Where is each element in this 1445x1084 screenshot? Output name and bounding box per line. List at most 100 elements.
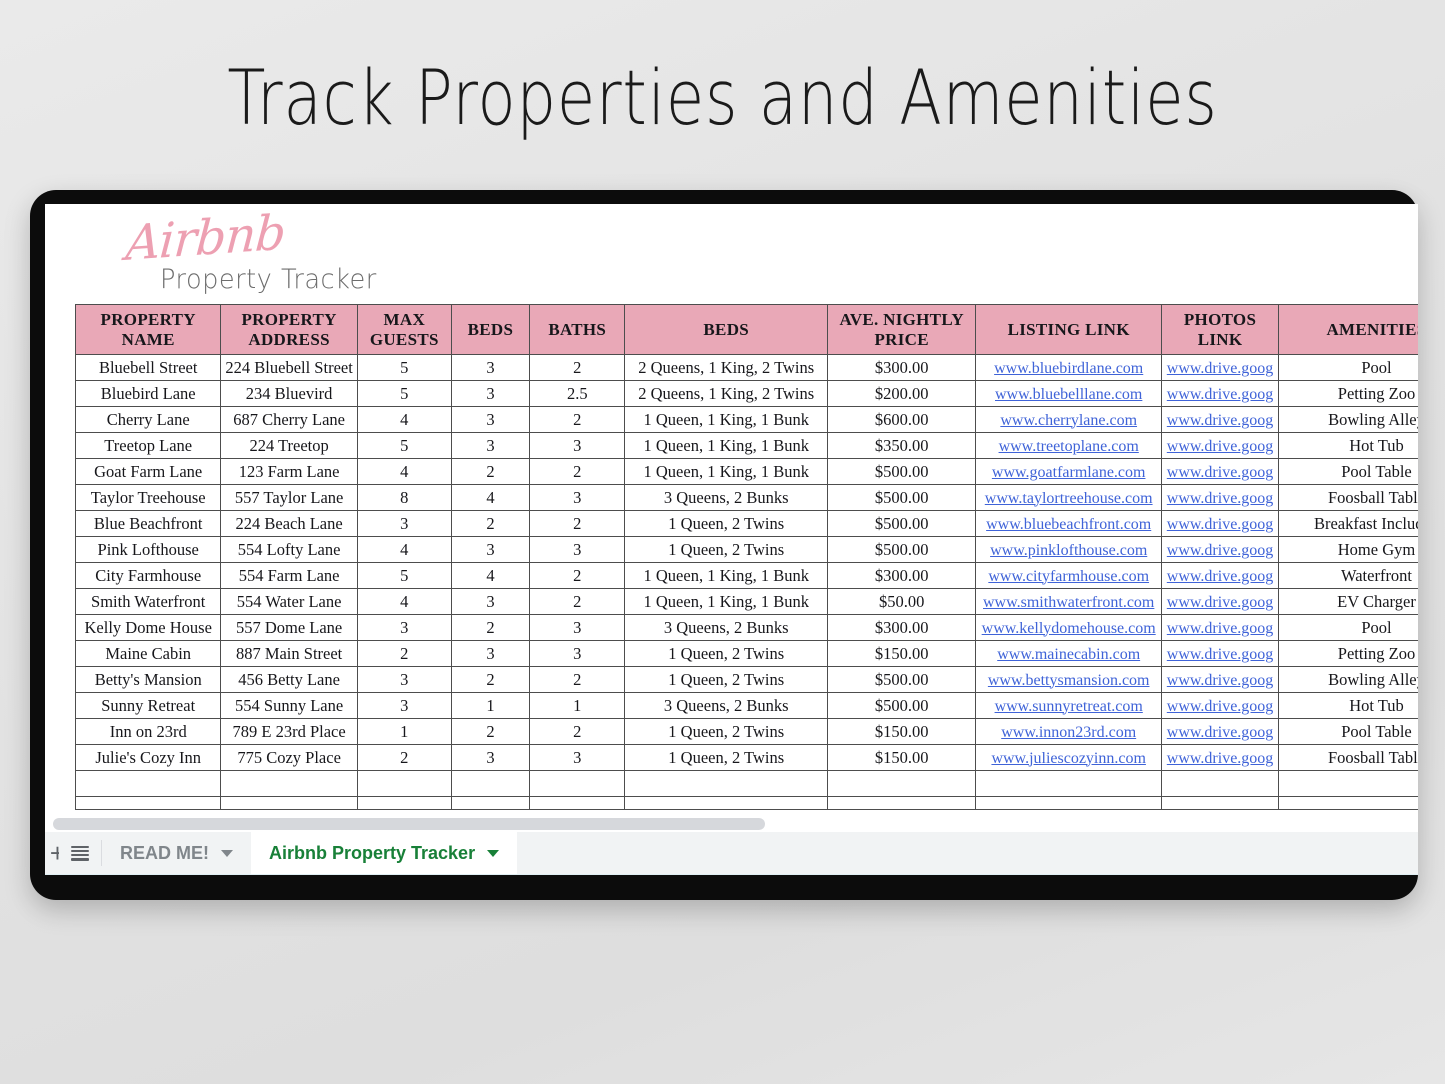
cell-property-name[interactable]: Julie's Cozy Inn [74, 744, 222, 771]
cell-photos-link-text[interactable]: www.drive.goog [1167, 438, 1274, 455]
cell-listing-link-text[interactable]: www.sunnyretreat.com [995, 698, 1143, 715]
cell-photos-link-text[interactable]: www.drive.goog [1167, 516, 1274, 533]
cell-listing-link[interactable]: www.mainecabin.com [975, 640, 1163, 667]
cell-baths[interactable]: 2 [529, 510, 626, 537]
cell-empty[interactable] [975, 770, 1163, 797]
cell-property-name[interactable]: Kelly Dome House [74, 614, 222, 641]
cell-photos-link[interactable]: www.drive.goog [1161, 718, 1279, 745]
cell-photos-link[interactable]: www.drive.goog [1161, 692, 1279, 719]
cell-listing-link[interactable]: www.cityfarmhouse.com [975, 562, 1163, 589]
cell-listing-link[interactable]: www.taylortreehouse.com [975, 484, 1163, 511]
cell-baths[interactable]: 2 [529, 354, 626, 381]
cell-beds[interactable]: 2 [450, 614, 531, 641]
cell-baths[interactable]: 3 [529, 536, 626, 563]
cell-listing-link[interactable]: www.sunnyretreat.com [975, 692, 1163, 719]
cell-photos-link-text[interactable]: www.drive.goog [1167, 620, 1274, 637]
horizontal-scrollbar-track[interactable] [45, 816, 1418, 832]
cell-empty[interactable] [827, 770, 977, 797]
cell-property-name[interactable]: Sunny Retreat [74, 692, 222, 719]
cell-bed-config[interactable]: 1 Queen, 1 King, 1 Bunk [624, 406, 829, 433]
cell-empty[interactable] [827, 796, 977, 810]
cell-listing-link-text[interactable]: www.cityfarmhouse.com [988, 568, 1149, 585]
cell-beds[interactable]: 3 [450, 432, 531, 459]
cell-bed-config[interactable]: 1 Queen, 2 Twins [624, 666, 829, 693]
cell-nightly-price[interactable]: $350.00 [827, 432, 977, 459]
cell-baths[interactable]: 2 [529, 562, 626, 589]
cell-baths[interactable]: 2 [529, 666, 626, 693]
cell-listing-link-text[interactable]: www.taylortreehouse.com [985, 490, 1153, 507]
cell-photos-link-text[interactable]: www.drive.goog [1167, 464, 1274, 481]
cell-nightly-price[interactable]: $300.00 [827, 354, 977, 381]
cell-property-name[interactable]: Goat Farm Lane [74, 458, 222, 485]
cell-amenities[interactable]: Bowling Alley [1278, 406, 1418, 433]
cell-listing-link-text[interactable]: www.cherrylane.com [1000, 412, 1137, 429]
cell-empty[interactable] [220, 770, 358, 797]
cell-property-address[interactable]: 557 Taylor Lane [220, 484, 358, 511]
cell-beds[interactable]: 3 [450, 588, 531, 615]
cell-beds[interactable]: 4 [450, 484, 531, 511]
cell-photos-link[interactable]: www.drive.goog [1161, 380, 1279, 407]
cell-photos-link[interactable]: www.drive.goog [1161, 510, 1279, 537]
cell-bed-config[interactable]: 1 Queen, 1 King, 1 Bunk [624, 562, 829, 589]
cell-listing-link[interactable]: www.kellydomehouse.com [975, 614, 1163, 641]
cell-beds[interactable]: 3 [450, 744, 531, 771]
cell-beds[interactable]: 3 [450, 354, 531, 381]
column-header-property-name[interactable]: PROPERTY NAME [74, 304, 222, 355]
cell-listing-link-text[interactable]: www.pinklofthouse.com [990, 542, 1147, 559]
cell-nightly-price[interactable]: $600.00 [827, 406, 977, 433]
cell-listing-link[interactable]: www.cherrylane.com [975, 406, 1163, 433]
cell-nightly-price[interactable]: $500.00 [827, 458, 977, 485]
cell-listing-link[interactable]: www.goatfarmlane.com [975, 458, 1163, 485]
cell-property-address[interactable]: 554 Sunny Lane [220, 692, 358, 719]
cell-empty[interactable] [356, 770, 452, 797]
cell-property-address[interactable]: 775 Cozy Place [220, 744, 358, 771]
cell-property-address[interactable]: 554 Lofty Lane [220, 536, 358, 563]
cell-listing-link-text[interactable]: www.juliescozyinn.com [991, 750, 1145, 767]
cell-listing-link[interactable]: www.innon23rd.com [975, 718, 1163, 745]
cell-max-guests[interactable]: 4 [356, 458, 452, 485]
cell-listing-link[interactable]: www.juliescozyinn.com [975, 744, 1163, 771]
chevron-down-icon[interactable] [221, 849, 233, 857]
cell-listing-link[interactable]: www.bluebelllane.com [975, 380, 1163, 407]
cell-amenities[interactable]: Breakfast Included [1278, 510, 1418, 537]
cell-empty[interactable] [450, 770, 531, 797]
cell-listing-link[interactable]: www.treetoplane.com [975, 432, 1163, 459]
spreadsheet-canvas[interactable]: Airbnb Property Tracker PROPERTY NAME PR… [45, 204, 1418, 816]
cell-baths[interactable]: 2 [529, 588, 626, 615]
cell-photos-link-text[interactable]: www.drive.goog [1167, 490, 1274, 507]
cell-bed-config[interactable]: 1 Queen, 1 King, 1 Bunk [624, 458, 829, 485]
cell-empty[interactable] [1278, 770, 1418, 797]
cell-max-guests[interactable]: 3 [356, 614, 452, 641]
cell-beds[interactable]: 1 [450, 692, 531, 719]
cell-beds[interactable]: 2 [450, 510, 531, 537]
cell-max-guests[interactable]: 2 [356, 744, 452, 771]
cell-property-name[interactable]: Bluebird Lane [74, 380, 222, 407]
cell-baths[interactable]: 2 [529, 458, 626, 485]
cell-amenities[interactable]: Pool [1278, 354, 1418, 381]
cell-listing-link-text[interactable]: www.bettysmansion.com [988, 672, 1150, 689]
cell-photos-link-text[interactable]: www.drive.goog [1167, 698, 1274, 715]
cell-amenities[interactable]: Foosball Table [1278, 744, 1418, 771]
column-header-bed-config[interactable]: BEDS [624, 304, 829, 355]
cell-photos-link[interactable]: www.drive.goog [1161, 536, 1279, 563]
cell-max-guests[interactable]: 5 [356, 562, 452, 589]
cell-empty[interactable] [74, 770, 222, 797]
cell-property-address[interactable]: 789 E 23rd Place [220, 718, 358, 745]
cell-listing-link-text[interactable]: www.treetoplane.com [999, 438, 1139, 455]
cell-property-name[interactable]: Pink Lofthouse [74, 536, 222, 563]
cell-amenities[interactable]: Hot Tub [1278, 692, 1418, 719]
cell-bed-config[interactable]: 3 Queens, 2 Bunks [624, 692, 829, 719]
cell-empty[interactable] [220, 796, 358, 810]
cell-listing-link[interactable]: www.bluebirdlane.com [975, 354, 1163, 381]
cell-empty[interactable] [74, 796, 222, 810]
cell-max-guests[interactable]: 5 [356, 354, 452, 381]
cell-listing-link-text[interactable]: www.smithwaterfront.com [983, 594, 1154, 611]
cell-property-address[interactable]: 554 Water Lane [220, 588, 358, 615]
cell-empty[interactable] [529, 796, 626, 810]
cell-property-address[interactable]: 456 Betty Lane [220, 666, 358, 693]
cell-beds[interactable]: 2 [450, 458, 531, 485]
cell-bed-config[interactable]: 1 Queen, 1 King, 1 Bunk [624, 432, 829, 459]
cell-nightly-price[interactable]: $300.00 [827, 614, 977, 641]
cell-listing-link-text[interactable]: www.goatfarmlane.com [992, 464, 1146, 481]
cell-amenities[interactable]: EV Charger [1278, 588, 1418, 615]
